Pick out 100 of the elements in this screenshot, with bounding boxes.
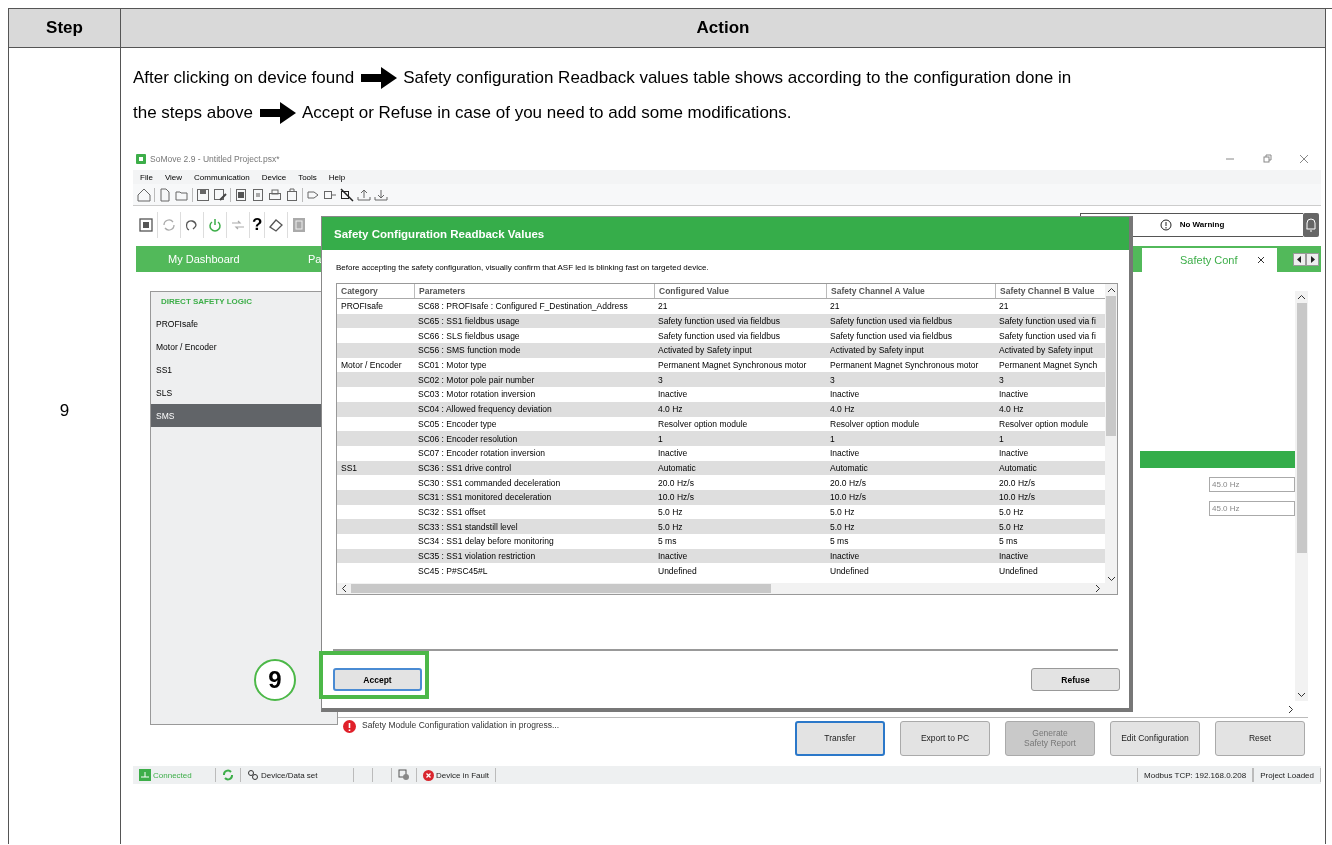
menu-item[interactable]: Device	[261, 172, 287, 182]
action-button[interactable]: Edit Configuration	[1110, 720, 1200, 756]
table-cell-text: SC34 : SS1 delay before monitoring	[417, 535, 555, 549]
table-cell-text: Automatic	[829, 461, 869, 475]
table-cell-text: Resolver option module	[998, 417, 1090, 431]
menu-item[interactable]: View	[164, 172, 183, 182]
menu-item[interactable]: Tools	[298, 172, 317, 182]
dialog-button[interactable]: Accept	[333, 668, 422, 691]
table-cell-text: SC56 : SMS function mode	[417, 344, 522, 358]
table-cell-text: Resolver option module	[829, 417, 921, 431]
table-cell-text: 20.0 Hz/s	[998, 476, 1036, 490]
step-number: 9	[59, 401, 70, 421]
device-data-status: Device/Data set	[261, 770, 318, 780]
instruction-note: Before accepting the safety configuration, visually confirm that ASF led is blinking fast on targeted device.	[336, 263, 710, 274]
table-cell-text: 10.0 Hz/s	[657, 491, 695, 505]
table-cell-text: SC66 : SLS fieldbus usage	[417, 329, 521, 343]
status-message: Safety Module Configuration validation in progress...	[362, 720, 560, 730]
menu-item[interactable]: Help	[328, 172, 346, 182]
table-cell-text: SC33 : SS1 standstill level	[417, 520, 519, 534]
menu-item[interactable]: File	[140, 172, 153, 182]
table-cell-text: Safety function used via fi	[998, 315, 1097, 329]
table-cell-text: Inactive	[829, 447, 861, 461]
table-cell-text: 5.0 Hz	[657, 520, 684, 534]
table-cell-text: Inactive	[829, 388, 861, 402]
instruction-text: Accept or Refuse in case of you need to add some modifications.	[302, 102, 792, 123]
table-cell-text: SC02 : Motor pole pair number	[417, 373, 536, 387]
table-cell-text: Inactive	[829, 550, 861, 564]
column-header: Step	[9, 9, 121, 48]
table-cell-text: Permanent Magnet Synch	[998, 359, 1099, 373]
table-cell-text: SC68 : PROFIsafe : Configured F_Destination_Address	[417, 300, 629, 314]
action-button[interactable]: Reset	[1215, 720, 1305, 756]
table-cell-text: SC35 : SS1 violation restriction	[417, 550, 537, 564]
table-cell-text: SC01 : Motor type	[417, 359, 488, 373]
table-cell-text: Safety function used via fieldbus	[657, 315, 781, 329]
help-button[interactable]: ?	[252, 214, 263, 235]
project-status: Project Loaded	[1253, 768, 1321, 782]
table-cell-text: 5.0 Hz	[829, 520, 856, 534]
table-cell-text: Inactive	[657, 447, 689, 461]
table-cell-text: Undefined	[998, 564, 1039, 578]
connection-status: Connected	[153, 770, 192, 780]
table-cell-text: Activated by Safety input	[998, 344, 1094, 358]
table-cell-text: Activated by Safety input	[829, 344, 925, 358]
fault-status: Device in Fault	[436, 770, 489, 780]
table-cell-text: Automatic	[657, 461, 697, 475]
table-cell-text: 4.0 Hz	[657, 403, 684, 417]
table-cell-text: SC30 : SS1 commanded deceleration	[417, 476, 562, 490]
table-cell-text: SC07 : Encoder rotation inversion	[417, 447, 547, 461]
panel-title: DIRECT SAFETY LOGIC	[160, 297, 253, 308]
connection-address: Modbus TCP: 192.168.0.208	[1137, 768, 1254, 782]
table-cell-text: Resolver option module	[657, 417, 749, 431]
table-cell-text: 4.0 Hz	[829, 403, 856, 417]
column-header[interactable]: Safety Channel A Value	[826, 284, 995, 298]
table-cell-text: Inactive	[657, 388, 689, 402]
table-cell-text: Safety function used via fi	[998, 329, 1097, 343]
column-header[interactable]: Parameters	[414, 284, 654, 298]
input-field[interactable]: 45.0 Hz	[1209, 501, 1295, 516]
table-cell-text: 5.0 Hz	[657, 505, 684, 519]
dialog-button[interactable]: Refuse	[1031, 668, 1120, 691]
menu-item[interactable]: Communication	[194, 172, 250, 182]
table-cell-text: 5.0 Hz	[998, 520, 1025, 534]
table-cell-text: 20.0 Hz/s	[829, 476, 867, 490]
table-cell-text: SC04 : Allowed frequency deviation	[417, 403, 553, 417]
input-field[interactable]: 45.0 Hz	[1209, 477, 1295, 492]
table-cell-text: SC31 : SS1 monitored deceleration	[417, 491, 553, 505]
table-cell-text: Permanent Magnet Synchronous motor	[829, 359, 980, 373]
table-cell-text: 1	[657, 432, 664, 446]
table-cell-text: Safety function used via fieldbus	[829, 329, 953, 343]
table-cell-text: 20.0 Hz/s	[657, 476, 695, 490]
column-header[interactable]: Configured Value	[654, 284, 826, 298]
table-cell-text: SC06 : Encoder resolution	[417, 432, 519, 446]
table-cell-text: Safety function used via fieldbus	[657, 329, 781, 343]
table-cell-text: 3	[998, 373, 1005, 387]
table-cell-text: Safety function used via fieldbus	[829, 315, 953, 329]
table-cell-text: Undefined	[829, 564, 870, 578]
table-cell-text: SC03 : Motor rotation inversion	[417, 388, 537, 402]
column-header[interactable]: Category	[337, 284, 414, 298]
table-cell-text: Automatic	[998, 461, 1038, 475]
table-cell-text: Permanent Magnet Synchronous motor	[657, 359, 808, 373]
table-cell-text: 3	[657, 373, 664, 387]
table-cell-text: 1	[829, 432, 836, 446]
table-cell-text: SC05 : Encoder type	[417, 417, 498, 431]
table-cell-text: 3	[829, 373, 836, 387]
table-cell-text: Activated by Safety input	[657, 344, 753, 358]
table-cell-text: 21	[829, 300, 841, 314]
table-cell-text: SC32 : SS1 offset	[417, 505, 487, 519]
window-title: SoMove 2.9 - Untitled Project.psx*	[150, 154, 280, 164]
table-cell-text: Inactive	[657, 550, 689, 564]
action-button[interactable]: Transfer	[795, 720, 885, 756]
table-cell-text: PROFIsafe	[340, 300, 385, 314]
instruction-text: the steps above	[133, 102, 254, 123]
table-cell-text: 5.0 Hz	[998, 505, 1025, 519]
table-cell-text: 10.0 Hz/s	[998, 491, 1036, 505]
action-button[interactable]: Export to PC	[900, 720, 990, 756]
table-cell-text: 4.0 Hz	[998, 403, 1025, 417]
table-cell-text: 21	[657, 300, 669, 314]
table-cell-text: Motor / Encoder	[340, 359, 403, 373]
table-cell-text: 5 ms	[829, 535, 850, 549]
table-cell-text: 10.0 Hz/s	[829, 491, 867, 505]
table-cell-text: SS1	[340, 461, 359, 475]
table-cell-text: Inactive	[998, 550, 1030, 564]
